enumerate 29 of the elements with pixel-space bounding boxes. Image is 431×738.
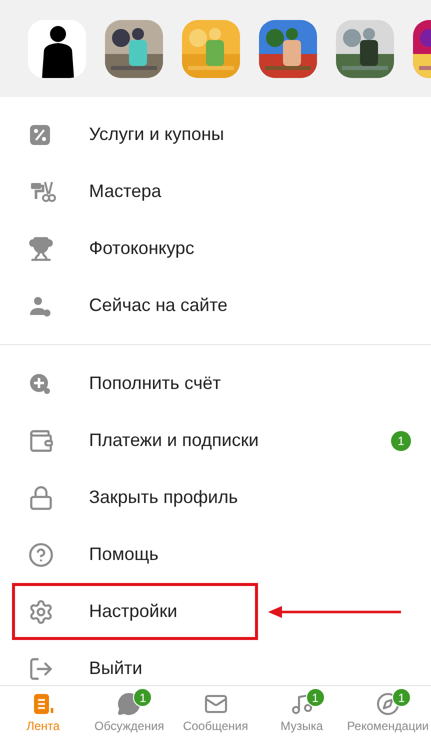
menu-item[interactable]: Сейчас на сайте <box>89 295 415 316</box>
count-badge: 1 <box>133 688 152 707</box>
lock-icon <box>28 484 54 510</box>
menu-item[interactable]: Мастера <box>89 181 415 202</box>
percent-icon <box>28 122 52 146</box>
count-badge: 1 <box>392 688 411 707</box>
count-badge: 1 <box>306 688 325 707</box>
music-icon <box>290 692 314 716</box>
menu-item[interactable]: Пополнить счёт <box>89 373 415 394</box>
menu-item[interactable]: Помощь <box>89 544 415 565</box>
nav-tab[interactable]: Обсуждения 1 <box>86 686 172 738</box>
menu-item[interactable]: Платежи и подписки <box>89 430 391 451</box>
count-badge: 1 <box>391 430 411 450</box>
menu-item[interactable]: Услуги и купоны <box>89 124 415 145</box>
trophy-icon <box>28 236 54 262</box>
menu-item[interactable]: Фотоконкурс <box>89 238 415 259</box>
mail-icon <box>204 692 228 716</box>
settings-icon <box>28 598 54 624</box>
nav-tab[interactable]: Музыка 1 <box>258 686 345 738</box>
nav-tab[interactable]: Рекомендации 1 <box>344 686 431 738</box>
coin-plus-icon <box>28 372 52 396</box>
logout-icon <box>28 656 54 682</box>
menu-item[interactable]: Закрыть профиль <box>89 487 415 508</box>
wallet-icon <box>28 428 54 454</box>
help-icon <box>28 542 54 568</box>
roller-and-scissors-icon <box>28 180 56 204</box>
compass-icon <box>376 692 400 716</box>
menu-item[interactable]: Выйти <box>89 658 415 679</box>
menu-item[interactable]: Настройки <box>89 601 415 622</box>
